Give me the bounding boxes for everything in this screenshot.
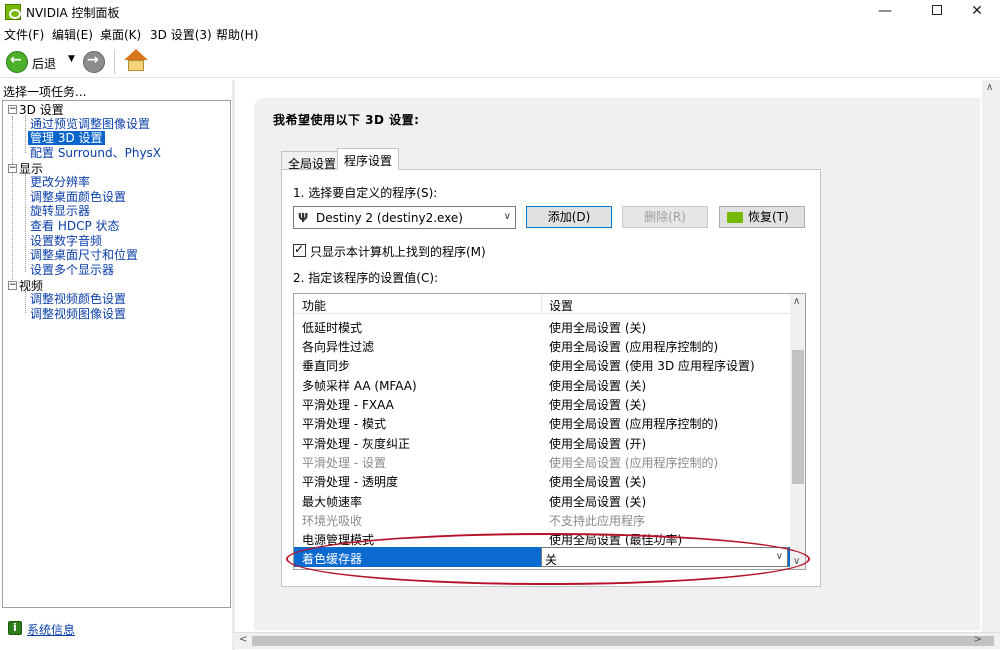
table-row[interactable]: 各向异性过滤 使用全局设置 (应用程序控制的) (294, 335, 790, 354)
table-row[interactable]: 电源管理模式 使用全局设置 (最佳功率) (294, 528, 790, 547)
restore-button[interactable]: 恢复(T) (719, 206, 805, 228)
tree-item-desktop-size-position[interactable]: 调整桌面尺寸和位置 (30, 248, 138, 262)
title-bar: NVIDIA 控制面板 — ✕ (0, 0, 1000, 24)
scroll-up-icon[interactable]: ∧ (793, 296, 800, 307)
setting-value: 关 (545, 553, 558, 567)
column-feature[interactable]: 功能 (302, 297, 326, 314)
forward-arrow-icon[interactable] (83, 51, 105, 73)
show-found-programs-label[interactable]: 只显示本计算机上找到的程序(M) (310, 243, 486, 260)
table-row[interactable]: 平滑处理 - FXAA 使用全局设置 (关) (294, 393, 790, 412)
menu-edit[interactable]: 编辑(E) (52, 26, 93, 43)
task-tree: − 3D 设置 通过预览调整图像设置 管理 3D 设置 配置 Surround、… (2, 100, 231, 608)
system-info-icon[interactable] (8, 621, 22, 635)
back-dropdown-icon[interactable]: ▼ (68, 54, 75, 64)
tree-item-adjust-desktop-color[interactable]: 调整桌面颜色设置 (30, 190, 126, 204)
collapse-toggle-icon[interactable]: − (8, 281, 17, 290)
table-row[interactable]: 平滑处理 - 灰度纠正 使用全局设置 (开) (294, 432, 790, 451)
menu-help[interactable]: 帮助(H) (216, 26, 258, 43)
table-row[interactable]: 平滑处理 - 设置 使用全局设置 (应用程序控制的) (294, 451, 790, 470)
toolbar: 后退 ▼ (0, 44, 1000, 78)
home-icon[interactable] (124, 49, 148, 73)
tree-group-display[interactable]: 显示 (19, 162, 43, 176)
setting-value-select[interactable]: 关 ∨ (541, 547, 788, 567)
table-row[interactable]: 平滑处理 - 模式 使用全局设置 (应用程序控制的) (294, 412, 790, 431)
program-settings-label: 2. 指定该程序的设置值(C): (293, 271, 439, 285)
program-select-value: Destiny 2 (destiny2.exe) (316, 211, 463, 225)
back-label[interactable]: 后退 (32, 55, 56, 72)
show-found-programs-checkbox[interactable] (293, 242, 306, 257)
system-info-link[interactable]: 系统信息 (27, 621, 75, 638)
task-pane-header: 选择一项任务... (3, 85, 87, 99)
select-program-label: 1. 选择要自定义的程序(S): (293, 186, 438, 200)
scroll-down-icon[interactable]: ∨ (793, 556, 800, 567)
scroll-right-icon[interactable]: > (974, 634, 982, 645)
chevron-down-icon: ∨ (503, 211, 511, 222)
tree-item-rotate-display[interactable]: 旋转显示器 (30, 204, 90, 218)
chevron-down-icon: ∨ (775, 551, 783, 562)
tree-group-video[interactable]: 视频 (19, 279, 43, 293)
tree-item-multiple-displays[interactable]: 设置多个显示器 (30, 263, 114, 277)
column-setting[interactable]: 设置 (549, 297, 573, 314)
destiny-program-icon: Ψ (298, 211, 309, 225)
selected-feature: 着色缓存器 (302, 552, 363, 566)
page-title: 我希望使用以下 3D 设置: (273, 113, 420, 127)
content-vertical-scrollbar[interactable]: ∧ (982, 80, 1000, 632)
menu-bar: 文件(F) 编辑(E) 桌面(K) 3D 设置(3) 帮助(H) (0, 24, 1000, 42)
window-title: NVIDIA 控制面板 (26, 6, 120, 20)
pane-splitter[interactable] (232, 80, 235, 650)
table-row[interactable]: 多帧采样 AA (MFAA) 使用全局设置 (关) (294, 374, 790, 393)
scroll-left-icon[interactable]: < (239, 634, 247, 645)
tree-item-change-resolution[interactable]: 更改分辨率 (30, 175, 90, 189)
tree-item-configure-surround-physx[interactable]: 配置 Surround、PhysX (30, 146, 161, 160)
menu-file[interactable]: 文件(F) (4, 26, 44, 43)
menu-3d-settings[interactable]: 3D 设置(3) (150, 26, 212, 43)
nvidia-logo-icon (5, 4, 21, 20)
tree-item-adjust-image-preview[interactable]: 通过预览调整图像设置 (30, 117, 150, 131)
minimize-button[interactable]: — (862, 0, 908, 22)
content-horizontal-scrollbar[interactable]: < > (234, 632, 1000, 649)
tree-item-video-color[interactable]: 调整视频颜色设置 (30, 292, 126, 306)
table-row[interactable]: 最大帧速率 使用全局设置 (关) (294, 490, 790, 509)
table-row[interactable]: 平滑处理 - 透明度 使用全局设置 (关) (294, 470, 790, 489)
tree-item-manage-3d-settings[interactable]: 管理 3D 设置 (28, 131, 105, 145)
menu-desktop[interactable]: 桌面(K) (100, 26, 141, 43)
scrollbar-thumb[interactable] (792, 350, 804, 484)
tree-group-3d-settings[interactable]: 3D 设置 (19, 103, 64, 117)
tree-item-video-image[interactable]: 调整视频图像设置 (30, 307, 126, 321)
table-row[interactable]: 垂直同步 使用全局设置 (使用 3D 应用程序设置) (294, 354, 790, 373)
table-row[interactable]: 环境光吸收 不支持此应用程序 (294, 509, 790, 528)
settings-list-scrollbar[interactable]: ∧ ∨ (790, 294, 805, 569)
scroll-up-icon[interactable]: ∧ (986, 82, 993, 93)
tab-program-settings[interactable]: 程序设置 (337, 148, 400, 170)
settings-list: 功能 设置 低延时模式 使用全局设置 (关) 各向异性过滤 使用全局设置 (应用程序… (293, 293, 806, 570)
tree-item-digital-audio[interactable]: 设置数字音频 (30, 234, 102, 248)
tree-item-hdcp-status[interactable]: 查看 HDCP 状态 (30, 219, 120, 233)
program-select[interactable]: Ψ Destiny 2 (destiny2.exe) ∨ (293, 206, 516, 229)
remove-program-button[interactable]: 删除(R) (622, 206, 708, 228)
add-program-button[interactable]: 添加(D) (526, 206, 612, 228)
maximize-icon (932, 5, 942, 15)
scrollbar-thumb[interactable] (252, 636, 994, 646)
table-row[interactable]: 低延时模式 使用全局设置 (关) (294, 316, 790, 335)
table-row-selected[interactable]: 着色缓存器 关 ∨ (294, 547, 790, 567)
settings-list-header: 功能 设置 (294, 294, 790, 314)
nvidia-restore-icon (727, 212, 743, 223)
collapse-toggle-icon[interactable]: − (8, 164, 17, 173)
back-arrow-icon[interactable] (6, 51, 28, 73)
tab-global-settings[interactable]: 全局设置 (281, 151, 344, 171)
collapse-toggle-icon[interactable]: − (8, 105, 17, 114)
toolbar-separator (114, 50, 115, 74)
close-button[interactable]: ✕ (954, 0, 1000, 22)
restore-label: 恢复(T) (748, 210, 789, 224)
